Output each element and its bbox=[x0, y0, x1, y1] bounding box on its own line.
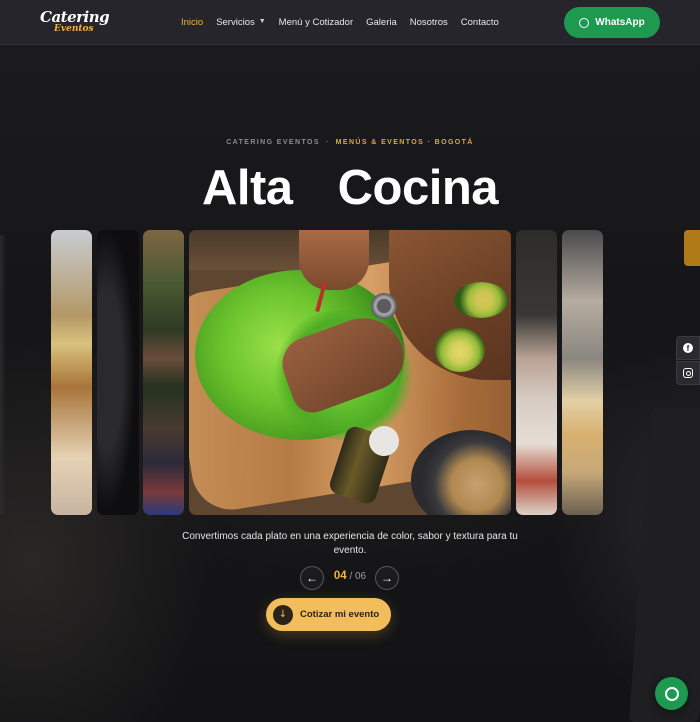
main-menu: Inicio Servicios ▼ Menú y Cotizador Gale… bbox=[181, 0, 512, 45]
nav-item-menu-cotizador[interactable]: Menú y Cotizador bbox=[279, 17, 353, 28]
gallery-slide-6[interactable] bbox=[562, 230, 603, 515]
quote-event-label: Cotizar mi evento bbox=[300, 609, 380, 620]
photo-watch bbox=[371, 293, 397, 319]
quote-event-button[interactable]: ↓ Cotizar mi evento bbox=[266, 598, 391, 631]
instagram-link[interactable] bbox=[676, 361, 700, 385]
nav-item-servicios[interactable]: Servicios ▼ bbox=[216, 17, 265, 28]
gallery-slide-3[interactable] bbox=[143, 230, 184, 515]
logo-text-sub: Eventos bbox=[54, 24, 94, 34]
hero-eyebrow: CATERING EVENTOS · MENÚS & EVENTOS · BOGOT… bbox=[0, 139, 700, 146]
facebook-link[interactable]: f bbox=[676, 336, 700, 360]
photo-bottle-cap bbox=[369, 426, 399, 456]
nav-item-inicio[interactable]: Inicio bbox=[181, 17, 203, 28]
nav-item-nosotros[interactable]: Nosotros bbox=[410, 17, 448, 28]
gallery-slide-active[interactable] bbox=[189, 230, 511, 515]
headline-word-1: Alta bbox=[201, 161, 293, 215]
whatsapp-icon bbox=[664, 686, 679, 701]
next-slide-button[interactable]: → bbox=[375, 566, 399, 590]
photo-avocado-1 bbox=[454, 282, 508, 318]
photo-left-hand bbox=[299, 230, 369, 290]
hero-caption: Convertimos cada plato en una experienci… bbox=[182, 531, 518, 556]
gallery-slide-5[interactable] bbox=[516, 230, 557, 515]
nav-item-contacto[interactable]: Contacto bbox=[461, 17, 499, 28]
gallery-edge-left bbox=[0, 235, 6, 515]
prev-slide-button[interactable]: ← bbox=[300, 566, 324, 590]
headline-word-2: Cocina bbox=[337, 161, 499, 215]
eyebrow-separator: · bbox=[325, 139, 330, 146]
gallery-slide-2[interactable] bbox=[97, 230, 139, 515]
slide-current: 04 bbox=[333, 570, 347, 582]
facebook-icon: f bbox=[683, 343, 693, 353]
floating-whatsapp-button[interactable] bbox=[655, 677, 688, 710]
eyebrow-right: MENÚS & EVENTOS · BOGOTÁ bbox=[335, 139, 474, 146]
brand-logo[interactable]: Catering Eventos bbox=[40, 8, 110, 38]
gallery-edge-right-image bbox=[684, 230, 700, 266]
arrow-right-icon: → bbox=[381, 571, 393, 585]
photo-avocado-2 bbox=[435, 328, 485, 372]
whatsapp-icon bbox=[579, 17, 590, 28]
arrow-left-icon: ← bbox=[306, 571, 318, 585]
slide-counter: 04 / 06 bbox=[326, 570, 374, 582]
whatsapp-button[interactable]: WhatsApp bbox=[564, 7, 660, 38]
arrow-down-icon: ↓ bbox=[273, 604, 293, 625]
nav-item-galeria[interactable]: Galeria bbox=[366, 17, 397, 28]
instagram-icon bbox=[683, 368, 693, 378]
slide-total: / 06 bbox=[349, 571, 367, 582]
gallery-slide-1[interactable] bbox=[51, 230, 92, 515]
chevron-down-icon: ▼ bbox=[258, 18, 266, 25]
eyebrow-left: CATERING EVENTOS bbox=[226, 139, 320, 146]
hero-headline: Alta Cocina bbox=[0, 160, 700, 216]
whatsapp-button-label: WhatsApp bbox=[595, 17, 645, 28]
nav-item-servicios-label: Servicios bbox=[216, 17, 255, 28]
top-navbar: Catering Eventos Inicio Servicios ▼ Menú… bbox=[0, 0, 700, 45]
